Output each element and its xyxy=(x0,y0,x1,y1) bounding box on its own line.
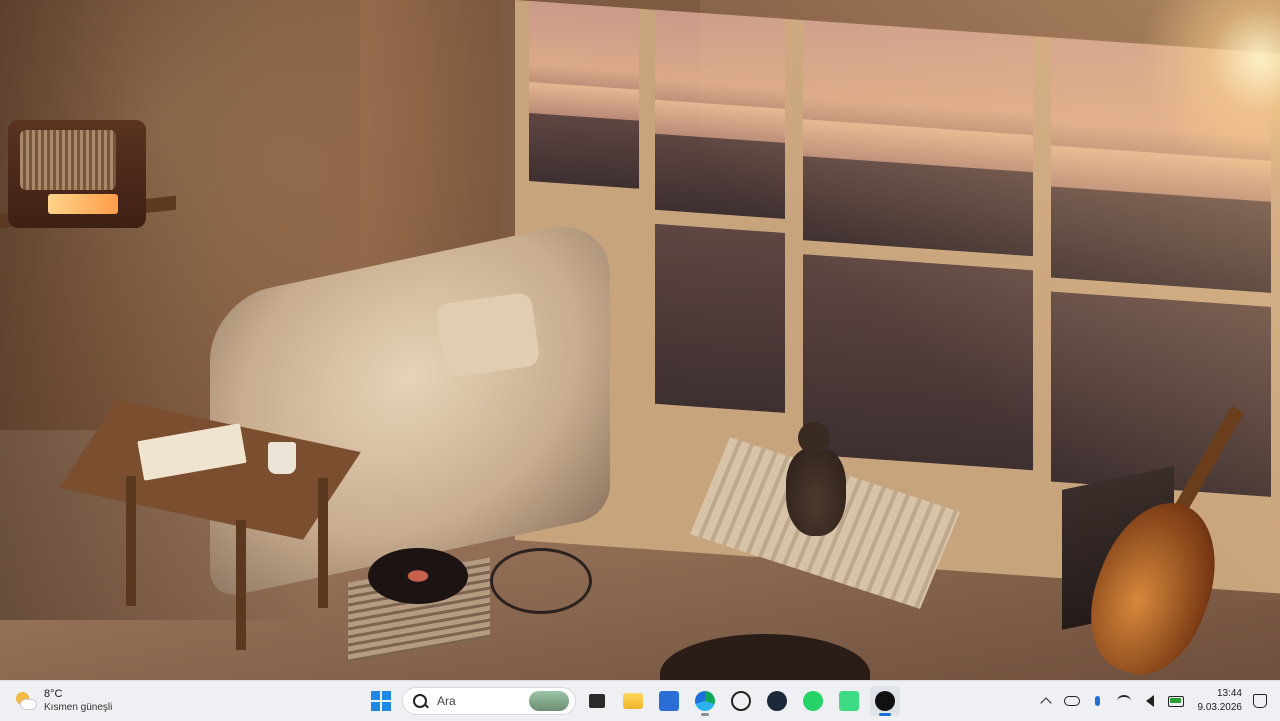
notification-bell-icon xyxy=(1253,694,1267,708)
chatgpt-button[interactable] xyxy=(726,686,756,716)
clock-date: 9.03.2026 xyxy=(1198,701,1243,715)
weather-widget[interactable]: 8°C Kısmen güneşli xyxy=(14,685,154,717)
cable-coil xyxy=(490,548,592,614)
steam-button[interactable] xyxy=(762,686,792,716)
system-tray: 13:44 9.03.2026 xyxy=(1038,685,1280,717)
cat xyxy=(786,448,846,536)
table-leg xyxy=(318,478,328,608)
steam-icon xyxy=(767,691,787,711)
chatgpt-icon xyxy=(731,691,751,711)
android-app-button[interactable] xyxy=(834,686,864,716)
onedrive-icon xyxy=(1064,696,1080,706)
taskbar: 8°C Kısmen güneşli Ara xyxy=(0,680,1280,721)
battery-icon xyxy=(1168,696,1184,707)
start-button[interactable] xyxy=(366,686,396,716)
clock-time: 13:44 xyxy=(1217,687,1242,701)
table-leg xyxy=(126,476,136,606)
table-leg xyxy=(236,520,246,650)
windows-logo-icon xyxy=(371,691,391,711)
cat-head xyxy=(798,422,830,454)
weather-temperature: 8°C xyxy=(44,688,112,701)
task-view-icon xyxy=(589,694,605,708)
show-hidden-icons-button[interactable] xyxy=(1038,693,1054,709)
search-icon xyxy=(413,694,427,708)
search-box[interactable]: Ara xyxy=(402,687,576,715)
vinyl-record xyxy=(368,548,468,604)
microphone-icon xyxy=(1095,696,1100,706)
battery-button[interactable] xyxy=(1168,693,1184,709)
taskbar-center: Ara xyxy=(366,685,900,717)
volume-button[interactable] xyxy=(1142,693,1158,709)
task-view-button[interactable] xyxy=(582,686,612,716)
partly-sunny-icon xyxy=(14,690,36,712)
search-placeholder: Ara xyxy=(437,694,529,708)
obs-studio-button[interactable] xyxy=(870,686,900,716)
outlook-button[interactable] xyxy=(654,686,684,716)
window-pane xyxy=(529,1,639,189)
whatsapp-icon xyxy=(803,691,823,711)
whatsapp-button[interactable] xyxy=(798,686,828,716)
desktop-wallpaper xyxy=(0,0,1280,680)
notification-button[interactable] xyxy=(1252,693,1268,709)
network-button[interactable] xyxy=(1116,693,1132,709)
microphone-button[interactable] xyxy=(1090,693,1106,709)
chevron-up-icon xyxy=(1040,697,1051,708)
pillow xyxy=(435,292,540,379)
vintage-radio xyxy=(8,120,146,228)
weather-condition: Kısmen güneşli xyxy=(44,701,112,714)
onedrive-button[interactable] xyxy=(1064,693,1080,709)
outlook-icon xyxy=(659,691,679,711)
edge-icon xyxy=(695,691,715,711)
search-highlight-image xyxy=(529,691,569,711)
speaker-icon xyxy=(1146,695,1154,707)
edge-button[interactable] xyxy=(690,686,720,716)
folder-icon xyxy=(623,693,643,709)
wifi-icon xyxy=(1117,695,1131,707)
android-icon xyxy=(839,691,859,711)
clock[interactable]: 13:44 9.03.2026 xyxy=(1198,687,1243,715)
file-explorer-button[interactable] xyxy=(618,686,648,716)
mug xyxy=(268,442,296,474)
obs-icon xyxy=(875,691,895,711)
